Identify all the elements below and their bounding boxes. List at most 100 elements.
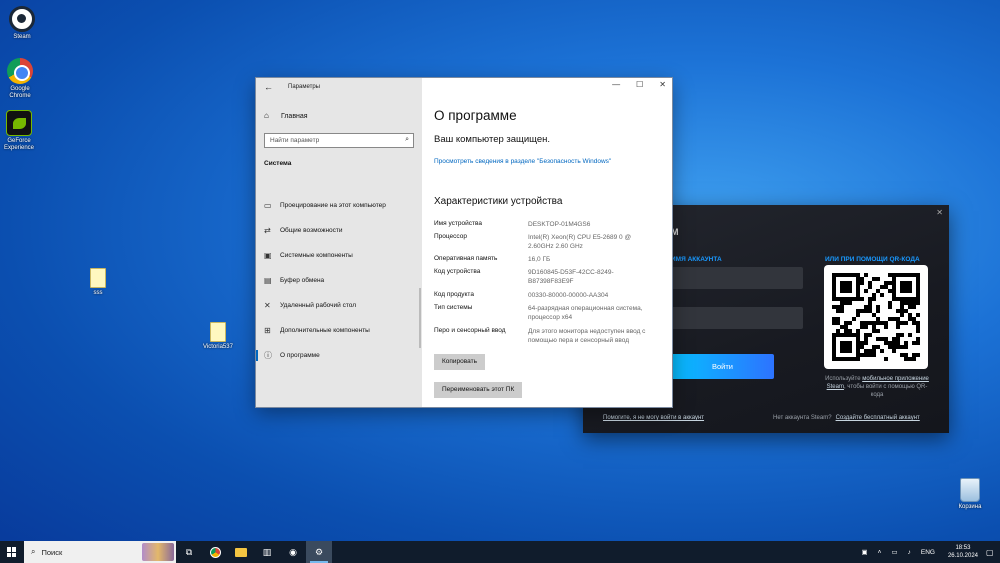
spec-row: Процессор Intel(R) Xeon(R) CPU E5-2689 0 …	[434, 233, 674, 251]
nav-item-label: Буфер обмена	[280, 277, 325, 284]
nav-item-about[interactable]: ⓘ О программе	[256, 343, 422, 368]
spec-row: Код продукта 00330-80000-00000-AA304	[434, 291, 674, 300]
taskbar-search[interactable]: ⌕ Поиск	[24, 541, 176, 563]
spec-value: 9D160845-D53F-42CC-8249-B87398F83E9F	[528, 269, 614, 285]
clock[interactable]: 18:53 26.10.2024	[948, 544, 978, 560]
nav-item-label: О программе	[280, 352, 320, 359]
components-icon: ▣	[264, 251, 272, 260]
desktop-icon-label: Steam	[13, 34, 31, 40]
back-arrow-icon[interactable]: ←	[264, 82, 273, 92]
password-input[interactable]	[671, 307, 803, 329]
taskbar-settings[interactable]: ⚙	[306, 541, 332, 563]
taskbar-explorer[interactable]	[228, 541, 254, 563]
home-label: Главная	[280, 113, 308, 120]
desktop-icon-recycle-bin[interactable]: Корзина	[948, 478, 992, 511]
close-icon[interactable]: ✕	[659, 80, 666, 89]
tray-app-icon[interactable]: ▣	[862, 548, 868, 556]
qr-module	[916, 357, 920, 361]
remote-desktop-icon: ✕	[264, 301, 271, 310]
search-highlight-image	[142, 543, 174, 561]
taskbar: ⌕ Поиск ⧉ ▥ ◉ ⚙ ▣ ˄ ▭ ♪ ENG 18:53 26.10.…	[0, 541, 1000, 563]
spec-value: Intel(R) Xeon(R) CPU E5-2689 0 @ 2.60GHz…	[528, 234, 632, 250]
chrome-icon	[7, 58, 33, 84]
protection-status: Ваш компьютер защищен.	[434, 134, 551, 145]
spec-row: Код устройства 9D160845-D53F-42CC-8249-B8…	[434, 268, 674, 286]
desktop-icon-steam[interactable]: Steam	[0, 6, 44, 41]
notification-icon[interactable]: ▢	[986, 548, 1000, 557]
volume-icon[interactable]: ♪	[908, 549, 911, 556]
task-view-icon: ⧉	[185, 546, 193, 557]
clock-time: 18:53	[955, 545, 971, 551]
search-input[interactable]: Найти параметр ⌕	[264, 133, 414, 148]
minimize-icon[interactable]: —	[612, 80, 620, 89]
spec-row: Перо и сенсорный ввод Для этого монитора …	[434, 327, 674, 345]
chrome-icon	[209, 546, 221, 558]
nav-item-label: Проецирование на этот компьютер	[280, 202, 386, 209]
taskbar-search-label: Поиск	[41, 547, 63, 557]
desktop-icon-geforce[interactable]: GeForce Experience	[0, 110, 41, 152]
recycle-bin-icon	[960, 478, 980, 502]
qr-code	[824, 265, 928, 369]
spec-key: Оперативная память	[434, 255, 498, 262]
section-heading: Система	[264, 160, 292, 167]
spec-key: Перо и сенсорный ввод	[434, 327, 506, 334]
create-account-link[interactable]: Создайте бесплатный аккаунт	[836, 415, 920, 421]
chevron-up-icon[interactable]: ˄	[878, 549, 882, 556]
account-name-input[interactable]	[671, 267, 803, 289]
maximize-icon[interactable]: ☐	[636, 80, 643, 89]
spec-row: Оперативная память 16,0 ГБ	[434, 255, 674, 264]
desktop-icon-label: Victoria537	[203, 344, 233, 350]
rename-pc-button[interactable]: Переименовать этот ПК	[434, 382, 523, 398]
settings-sidebar: ← Параметры ⌂ Главная Найти параметр ⌕ С…	[256, 78, 422, 407]
close-icon[interactable]: ✕	[936, 208, 943, 217]
security-link[interactable]: Просмотреть сведения в разделе "Безопасн…	[434, 157, 619, 166]
spec-value: DESKTOP-01M4GS6	[528, 221, 591, 228]
home-icon: ⌂	[264, 111, 269, 120]
settings-window: ← Параметры ⌂ Главная Найти параметр ⌕ С…	[256, 78, 672, 407]
nav-item-optional[interactable]: ⊞ Дополнительные компоненты	[256, 318, 422, 343]
home-link[interactable]: ⌂ Главная	[264, 111, 308, 120]
nav-item-projecting[interactable]: ▭ Проецирование на этот компьютер	[256, 193, 422, 218]
scrollbar[interactable]	[419, 288, 421, 348]
desktop-icon-sss[interactable]: sss	[76, 268, 120, 297]
desktop-icon-victoria[interactable]: Victoria537	[196, 322, 240, 351]
qr-label: ИЛИ ПРИ ПОМОЩИ QR-КОДА	[825, 256, 920, 263]
share-icon: ⇄	[264, 226, 271, 235]
account-name-label: ИМЯ АККАУНТА	[671, 256, 722, 263]
spec-row: Имя устройства DESKTOP-01M4GS6	[434, 220, 674, 229]
spec-key: Имя устройства	[434, 220, 482, 227]
geforce-icon	[6, 110, 32, 136]
desktop-icon-chrome[interactable]: Google Chrome	[0, 58, 42, 100]
no-account-label: Нет аккаунта Steam?	[773, 415, 832, 421]
qr-note-suffix: , чтобы войти с помощью QR-кода	[843, 384, 928, 398]
taskbar-app[interactable]: ▥	[254, 541, 280, 563]
taskbar-chrome[interactable]	[202, 541, 228, 563]
nav-item-components[interactable]: ▣ Системные компоненты	[256, 243, 422, 268]
network-icon[interactable]: ▭	[891, 548, 897, 556]
spec-value: 64-разрядная операционная система, проце…	[528, 305, 643, 321]
taskbar-steam[interactable]: ◉	[280, 541, 306, 563]
nav-item-remote-desktop[interactable]: ✕ Удаленный рабочий стол	[256, 293, 422, 318]
projector-icon: ▭	[264, 201, 272, 210]
clipboard-icon: ▤	[264, 276, 272, 285]
steam-icon: ◉	[289, 546, 297, 557]
qr-code-pattern	[832, 273, 920, 361]
qr-note: Используйте мобильное приложение Steam, …	[821, 375, 933, 399]
copy-button[interactable]: Копировать	[434, 354, 485, 370]
start-button[interactable]	[0, 541, 24, 563]
task-view-button[interactable]: ⧉	[176, 541, 202, 563]
nav-item-label: Общие возможности	[280, 227, 343, 234]
login-button[interactable]: Войти	[671, 354, 774, 379]
steam-icon	[9, 6, 35, 32]
info-icon: ⓘ	[264, 351, 272, 360]
nav-item-label: Дополнительные компоненты	[280, 327, 370, 334]
nav-item-shared[interactable]: ⇄ Общие возможности	[256, 218, 422, 243]
spec-key: Код продукта	[434, 291, 474, 298]
folder-icon	[235, 547, 247, 557]
nav-item-clipboard[interactable]: ▤ Буфер обмена	[256, 268, 422, 293]
settings-nav: ▭ Проецирование на этот компьютер ⇄ Общие …	[256, 193, 422, 368]
help-link[interactable]: Помогите, я не могу войти в аккаунт	[603, 415, 704, 421]
specs-heading: Характеристики устройства	[434, 196, 563, 207]
file-icon	[210, 322, 226, 342]
language-indicator[interactable]: ENG	[921, 549, 935, 556]
